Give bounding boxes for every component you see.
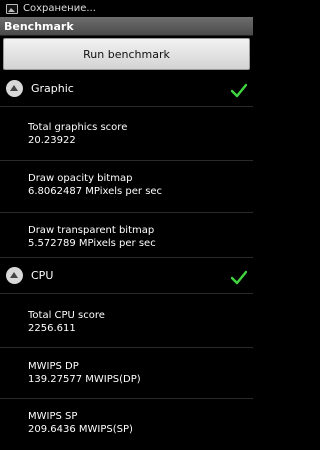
section-title-graphic: Graphic xyxy=(31,81,74,95)
divider xyxy=(0,257,253,258)
item-label: Total CPU score xyxy=(28,310,105,321)
run-benchmark-button[interactable]: Run benchmark xyxy=(3,38,250,70)
divider xyxy=(0,347,253,348)
list-item: Total CPU score 2256.611 xyxy=(28,309,243,335)
collapse-icon[interactable] xyxy=(6,79,23,97)
item-value: 5.572789 MPixels per sec xyxy=(28,238,156,249)
divider xyxy=(0,106,253,107)
status-notification-text: Сохранение... xyxy=(23,3,96,14)
collapse-icon[interactable] xyxy=(6,266,23,284)
item-label: Draw transparent bitmap xyxy=(28,225,155,236)
divider xyxy=(0,293,253,294)
section-header-graphic[interactable]: Graphic xyxy=(0,73,253,103)
item-value: 209.6436 MWIPS(SP) xyxy=(28,424,133,435)
divider xyxy=(0,212,253,213)
check-icon xyxy=(231,270,247,285)
divider xyxy=(0,398,253,399)
item-value: 2256.611 xyxy=(28,323,76,334)
list-item: Total graphics score 20.23922 xyxy=(28,121,243,147)
image-notification-icon xyxy=(6,3,18,14)
item-value: 20.23922 xyxy=(28,135,76,146)
list-item: MWIPS SP 209.6436 MWIPS(SP) xyxy=(28,410,243,436)
section-title-cpu: CPU xyxy=(31,268,54,282)
list-item: MWIPS DP 139.27577 MWIPS(DP) xyxy=(28,360,243,386)
item-value: 139.27577 MWIPS(DP) xyxy=(28,374,141,385)
item-label: Draw opacity bitmap xyxy=(28,173,133,184)
section-header-cpu[interactable]: CPU xyxy=(0,260,253,290)
item-label: MWIPS DP xyxy=(28,361,79,372)
app-title: Benchmark xyxy=(4,19,74,33)
item-label: Total graphics score xyxy=(28,122,128,133)
title-bar: Benchmark xyxy=(0,17,253,36)
list-item: Draw transparent bitmap 5.572789 MPixels… xyxy=(28,224,243,250)
check-icon xyxy=(231,83,247,98)
divider xyxy=(0,160,253,161)
item-label: MWIPS SP xyxy=(28,411,78,422)
status-bar: Сохранение... xyxy=(0,0,253,17)
item-value: 6.8062487 MPixels per sec xyxy=(28,186,163,197)
list-item: Draw opacity bitmap 6.8062487 MPixels pe… xyxy=(28,172,243,198)
